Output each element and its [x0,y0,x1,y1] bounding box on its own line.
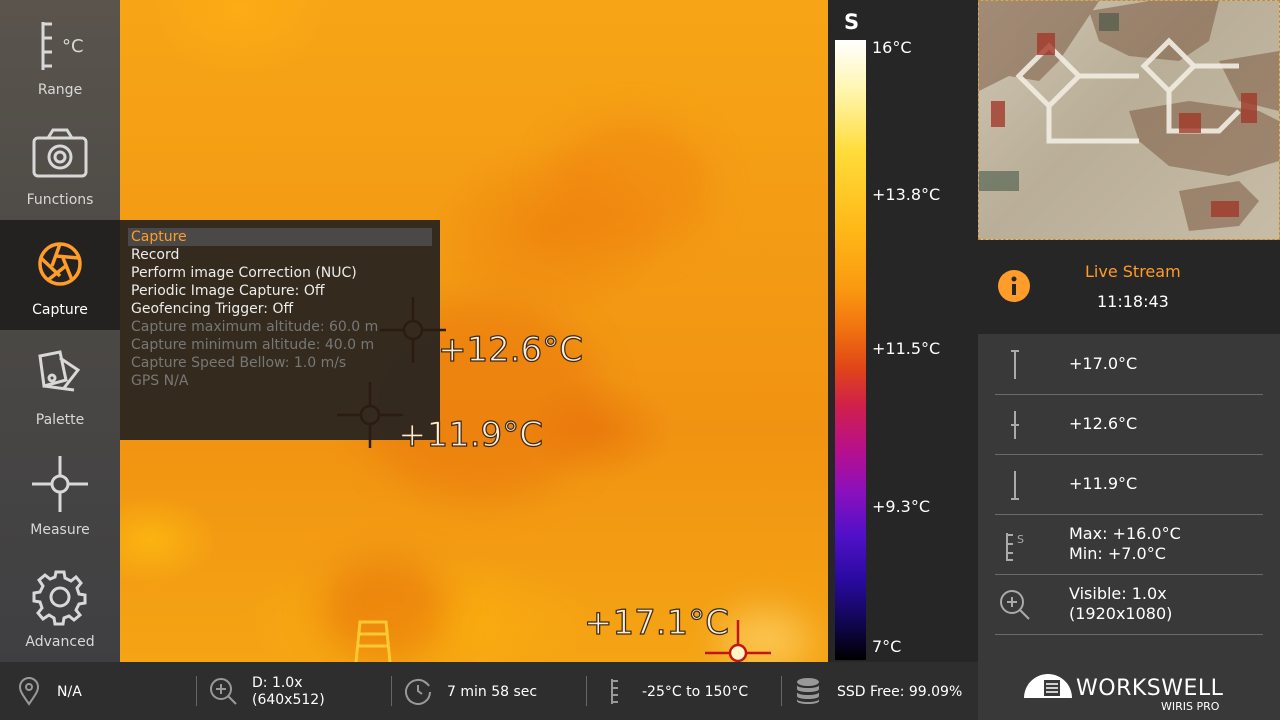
sidebar-item-advanced[interactable]: Advanced [0,552,120,662]
location-pin-icon [18,677,40,706]
brand-product: WIRIS PRO [1161,700,1220,713]
range-max-value: Max: +16.0°C [1069,524,1181,543]
live-stream-time: 11:18:43 [1097,292,1169,311]
sidebar-item-label: Functions [26,192,94,208]
temperature-range-value: -25°C to 150°C [642,684,749,700]
info-row-min-spot: +11.9°C [995,455,1263,515]
palette-tick: +11.5°C [872,339,941,358]
crosshair-icon [32,456,88,512]
min-spot-value: +11.9°C [1069,474,1138,493]
max-temp-icon [1011,350,1019,379]
range-min-value: Min: +7.0°C [1069,544,1166,563]
info-row-visible-zoom: Visible: 1.0x (1920x1080) [995,575,1263,635]
sidebar-item-functions[interactable]: Functions [0,110,120,220]
min-crosshair-marker [337,382,403,448]
menu-item-nuc[interactable]: Perform image Correction (NUC) [128,264,432,282]
recording-time: 7 min 58 sec [447,684,538,700]
palette-color-bar [835,40,866,660]
zoom-icon [1000,590,1030,620]
info-row-center-spot: +12.6°C [995,395,1263,455]
divider [781,676,782,706]
sidebar-item-range[interactable]: °C Range [0,0,120,110]
divider [586,676,587,706]
info-row-max-spot: +17.0°C [995,335,1263,395]
sidebar-item-label: Capture [32,302,88,318]
digital-zoom-icon[interactable] [208,676,238,706]
visible-resolution-value: (1920x1080) [1069,604,1173,623]
live-stream-box: Live Stream 11:18:43 [978,240,1280,334]
menu-item-record[interactable]: Record [128,246,432,264]
min-temp-icon [1011,471,1019,500]
sidebar-item-label: Palette [35,412,85,428]
sidebar-item-label: Measure [30,522,90,538]
sidebar-item-label: Range [37,82,83,98]
ssd-free-space: SSD Free: 99.09% [837,684,963,700]
thermal-resolution-value: (640x512) [252,692,325,708]
aperture-icon [38,242,82,286]
palette-tick-max: 16°C [872,38,912,57]
visible-camera-preview[interactable] [978,0,1280,240]
palette-tick: +9.3°C [872,497,931,516]
temperature-range-icon [611,679,618,704]
gps-status: N/A [57,684,82,700]
palette-tick: +13.8°C [872,185,941,204]
svg-text:S: S [1017,533,1024,546]
center-spot-value: +12.6°C [1069,414,1138,433]
gear-icon [32,570,87,626]
fresco-wall-image [979,1,1279,231]
palette-tick-min: 7°C [872,637,902,656]
palette-scale-letter: S [844,10,860,34]
menu-item-capture[interactable]: Capture [128,228,432,246]
sidebar-item-measure[interactable]: Measure [0,440,120,550]
sidebar-item-palette[interactable]: Palette [0,330,120,440]
sidebar-item-label: Advanced [25,634,95,650]
thermometer-scale-icon: °C [41,22,84,70]
info-icon[interactable] [998,270,1030,302]
range-scale-icon: S [1006,533,1024,561]
storage-database-icon [797,678,819,704]
divider [196,676,197,706]
svg-text:°C: °C [62,36,84,57]
info-row-range: S Max: +16.0°C Min: +7.0°C [995,515,1263,575]
status-bar: N/A D: 1.0x (640x512) 7 min 58 sec -25°C… [0,662,978,720]
center-temperature-label: +12.6°C [437,329,583,370]
center-temp-icon [1011,411,1019,439]
digital-zoom-value: D: 1.0x [252,675,303,691]
right-info-panel: Live Stream 11:18:43 +17.0°C +12.6°C +11… [978,0,1280,720]
sidebar: °C Range Functions Capture Palette Measu… [0,0,120,662]
divider [391,676,392,706]
brand-name: WORKSWELL [1076,676,1224,701]
wiris-app: °C Range Functions Capture Palette Measu… [0,0,1280,720]
palette-swatch-icon [38,350,81,392]
sidebar-item-capture[interactable]: Capture [0,220,120,330]
min-temperature-label: +11.9°C [397,414,543,455]
timer-icon [405,678,431,705]
camera-icon [32,128,88,178]
visible-zoom-value: Visible: 1.0x [1069,584,1167,603]
live-stream-title: Live Stream [1085,262,1181,281]
max-spot-value: +17.0°C [1069,354,1138,373]
scaffold-shape [354,620,392,662]
palette-scale-panel: S 16°C +13.8°C +11.5°C +9.3°C 7°C [828,0,978,662]
